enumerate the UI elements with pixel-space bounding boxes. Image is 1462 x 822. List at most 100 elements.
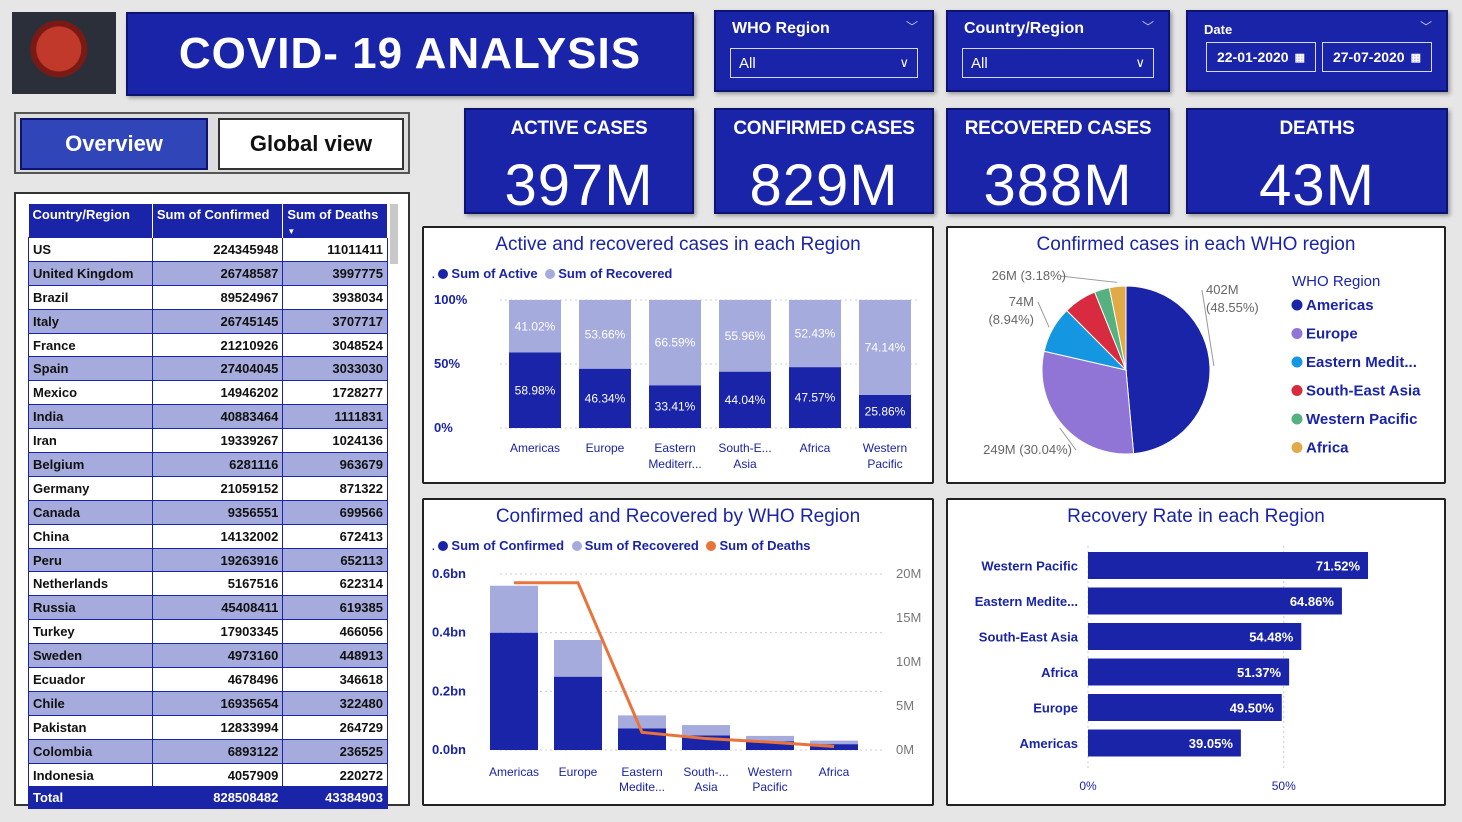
country-region-dropdown[interactable]: All ∨	[962, 48, 1154, 78]
bar-recovered	[618, 715, 666, 729]
table-row[interactable]: United Kingdom 26748587 3997775	[28, 260, 388, 286]
data-label: 53.66%	[585, 327, 626, 341]
y2-tick-label: 0M	[896, 742, 914, 757]
chart-canvas: 0.6bn 0.4bn 0.2bn 0.0bn 20M 15M 10M 5M 0M America…	[432, 566, 921, 794]
table-cell: Mexico	[28, 380, 153, 406]
pie-data-label: 26M (3.18%)	[992, 268, 1066, 283]
date-to-input[interactable]: 27-07-2020 ▦	[1322, 42, 1432, 72]
kpi-label: DEATHS	[1279, 118, 1355, 139]
table-row[interactable]: Netherlands 5167516 622314	[28, 571, 388, 597]
y2-tick-label: 15M	[896, 610, 921, 625]
table-row[interactable]: Brazil 89524967 3938034	[28, 284, 388, 310]
y-tick-label: 50%	[434, 356, 460, 371]
table-cell: Russia	[28, 595, 153, 621]
x-tick-label: Western	[748, 765, 792, 779]
pie-data-label: 249M (30.04%)	[983, 442, 1072, 457]
table-row[interactable]: Iran 19339267 1024136	[28, 428, 388, 454]
table-row[interactable]: Sweden 4973160 448913	[28, 643, 388, 669]
date-label: Date	[1204, 22, 1233, 37]
chevron-down-icon[interactable]: ﹀	[1142, 18, 1154, 35]
date-from-input[interactable]: 22-01-2020 ▦	[1206, 42, 1316, 72]
legend-label: South-East Asia	[1306, 383, 1421, 400]
country-table: Country/Region Sum of Confirmed Sum of D…	[28, 204, 388, 810]
table-cell: 448913	[282, 643, 388, 669]
table-row[interactable]: Russia 45408411 619385	[28, 595, 388, 621]
table-row[interactable]: India 40883464 1111831	[28, 404, 388, 430]
kpi-value: 829M	[749, 153, 899, 218]
bar-recovered	[554, 640, 602, 677]
table-cell: 652113	[282, 547, 388, 573]
column-header-sorted[interactable]: Sum of Deaths ▼	[282, 204, 388, 238]
data-label: 71.52%	[1316, 559, 1361, 574]
table-cell: 26748587	[151, 260, 284, 286]
x-tick-label: South-...	[683, 765, 728, 779]
chart-canvas: 100% 50% 0% 58.98% 41.02% Americas 46.34% 53.66…	[434, 292, 920, 471]
table-cell: 17903345	[151, 619, 284, 645]
table-cell: 236525	[282, 738, 388, 764]
table-row[interactable]: Turkey 17903345 466056	[28, 619, 388, 645]
table-cell: Belgium	[28, 452, 153, 477]
kpi-value: 43M	[1259, 153, 1375, 218]
legend-dot	[1291, 299, 1303, 311]
table-row[interactable]: China 14132002 672413	[28, 523, 388, 549]
table-row[interactable]: US 224345948 11011411	[28, 237, 388, 262]
table-row[interactable]: Italy 26745145 3707717	[28, 308, 388, 334]
table-row[interactable]: Canada 9356551 699566	[28, 499, 388, 525]
table-cell: Indonesia	[28, 762, 153, 788]
table-cell: Chile	[28, 690, 153, 716]
table-row[interactable]: Colombia 6893122 236525	[28, 738, 388, 764]
table-cell: Italy	[28, 308, 153, 334]
chevron-down-icon[interactable]: ﹀	[1420, 18, 1432, 35]
table-cell: 1728277	[282, 380, 388, 406]
x-tick-label: Europe	[586, 441, 625, 455]
legend-title: WHO Region	[1292, 273, 1380, 290]
table-row[interactable]: France 21210926 3048524	[28, 332, 388, 358]
kpi-deaths: DEATHS 43M	[1186, 108, 1448, 218]
column-header[interactable]: Country/Region	[28, 204, 153, 238]
recovery-rate-chart: Recovery Rate in each Region 0% 50% Wester…	[946, 498, 1446, 806]
chart-canvas: 0% 50% Western Pacific 71.52% Eastern Medite…	[975, 546, 1368, 793]
legend-label: Europe	[1306, 326, 1358, 343]
x-tick-label: Pacific	[752, 780, 787, 794]
table-cell: US	[28, 237, 153, 262]
y-tick-label: Eastern Medite...	[975, 594, 1078, 609]
table-cell: Colombia	[28, 738, 153, 764]
table-cell: 89524967	[151, 284, 284, 310]
x-tick-label: Asia	[694, 780, 718, 794]
table-row[interactable]: Germany 21059152 871322	[28, 475, 388, 501]
tab-global-view[interactable]: Global view	[218, 118, 404, 170]
country-table-panel: Country/Region Sum of Confirmed Sum of D…	[14, 192, 410, 810]
table-row[interactable]: Mexico 14946202 1728277	[28, 380, 388, 406]
table-cell: 3997775	[282, 260, 388, 286]
table-row[interactable]: Ecuador 4678496 346618	[28, 667, 388, 692]
chevron-down-icon[interactable]: ﹀	[906, 18, 918, 35]
table-cell: Turkey	[28, 619, 153, 645]
x-tick-label: South-E...	[718, 441, 771, 455]
table-row[interactable]: Chile 16935654 322480	[28, 690, 388, 716]
table-cell: Peru	[28, 547, 153, 573]
table-cell: Pakistan	[28, 714, 153, 740]
table-cell: Sweden	[28, 643, 153, 669]
who-region-dropdown[interactable]: All ∨	[730, 48, 918, 78]
data-label: 49.50%	[1230, 701, 1275, 716]
date-from-value: 22-01-2020	[1216, 49, 1289, 65]
x-tick-label: Pacific	[867, 457, 902, 471]
confirmed-pie-chart: Confirmed cases in each WHO region 402M(…	[946, 226, 1446, 484]
bar-recovered	[490, 585, 538, 633]
tab-overview[interactable]: Overview	[20, 118, 208, 170]
table-cell: 3033030	[282, 356, 388, 382]
table-cell: 27404045	[151, 356, 284, 382]
table-row[interactable]: Peru 19263916 652113	[28, 547, 388, 573]
table-row[interactable]: Indonesia 4057909 220272	[28, 762, 388, 788]
table-row[interactable]: Spain 27404045 3033030	[28, 356, 388, 382]
table-row[interactable]: Belgium 6281116 963679	[28, 452, 388, 477]
x-tick-label: Asia	[733, 457, 757, 471]
table-cell: 4678496	[151, 667, 284, 692]
table-cell: 5167516	[151, 571, 284, 597]
kpi-value: 397M	[504, 153, 654, 218]
column-header[interactable]: Sum of Confirmed	[152, 204, 284, 238]
table-scrollbar[interactable]	[390, 204, 398, 264]
callout-line	[1059, 275, 1118, 283]
active-recovered-chart: Active and recovered cases in each Regio…	[422, 226, 934, 484]
table-row[interactable]: Pakistan 12833994 264729	[28, 714, 388, 740]
